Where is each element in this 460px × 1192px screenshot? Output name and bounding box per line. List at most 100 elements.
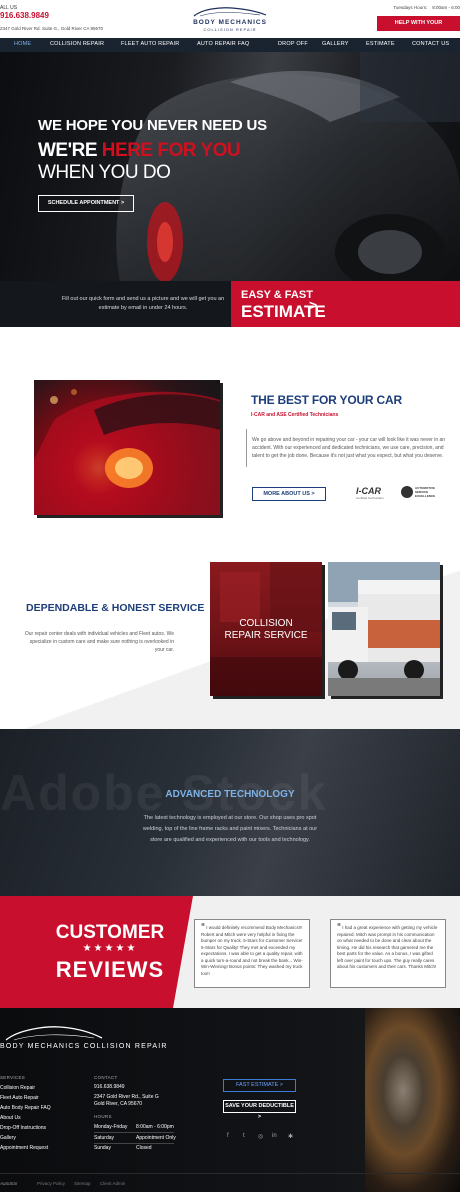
review-card: “ I would definitely recommend Body Mech… [194,919,310,988]
best-subtitle: I-CAR and ASE Certified Technicians [251,412,339,418]
hours-time: Appointment Only [136,1135,176,1141]
best-for-your-car-section: THE BEST FOR YOUR CAR I-CAR and ASE Cert… [0,327,460,544]
nav-estimate[interactable]: ESTIMATE [366,41,395,47]
schedule-appointment-button[interactable]: SCHEDULE APPOINTMENT > [38,195,134,212]
icar-sub: Certified Technicians [356,496,384,500]
collision-card-line-1: COLLISION [239,618,293,629]
advanced-technology-section: Adobe Stock ADVANCED TECHNOLOGY The late… [0,729,460,896]
footer-address-1: 2347 Gold River Rd., Suite G [94,1094,159,1100]
hours-day: Monday-Friday [94,1124,128,1130]
easy-fast-estimate-button[interactable]: EASY & FAST ESTIMATE > [231,281,460,327]
ase-label: AUTOMOTIVE SERVICE EXCELLENCE [415,486,436,498]
estimate-line-1: EASY & FAST [241,289,313,301]
more-about-us-button[interactable]: MORE ABOUT US > [252,487,326,501]
divider [94,1132,174,1133]
help-deductible-button[interactable]: HELP WITH YOUR DEDUCTIBLE [377,16,460,41]
fast-estimate-button[interactable]: FAST ESTIMATE > [223,1079,296,1092]
divider [94,1143,174,1144]
footer-link-drop-off[interactable]: Drop-Off Instructions [0,1125,46,1131]
footer-link-collision-repair[interactable]: Collision Repair [0,1085,35,1091]
site-logo[interactable]: BODY MECHANICS COLLISION REPAIR [186,6,274,34]
hours-time: Closed [136,1145,152,1151]
nav-drop-off[interactable]: DROP OFF [278,41,308,47]
site-footer: BODY MECHANICS COLLISION REPAIR SERVICES… [0,1008,460,1192]
ase-logo: AUTOMOTIVE SERVICE EXCELLENCE [401,484,445,502]
hero-line-2-b: HERE FOR YOU [101,140,241,161]
twitter-icon[interactable]: t [243,1133,245,1139]
hours-time: 8:00am - 6:00pm [136,1124,174,1130]
hero-line-3: WHEN YOU DO [38,162,171,183]
red-car-illustration [34,389,220,515]
footer-headlight-image [365,1008,460,1192]
review-card: “ I had a great experience with getting … [330,919,446,988]
client-admin-link[interactable]: Client Admin [100,1181,125,1186]
privacy-policy-link[interactable]: Privacy Policy [37,1181,65,1186]
instagram-icon[interactable]: ◎ [258,1133,263,1140]
fleet-truck-photo [328,562,440,696]
hours-value: 8:00am - 6:00 [432,5,460,10]
hours-heading: HOURS [94,1114,112,1119]
nav-gallery[interactable]: GALLERY [322,41,349,47]
contact-heading: CONTACT [94,1075,118,1080]
review-text: I would definitely recommend Body Mechan… [201,925,303,976]
moving-truck-illustration [328,562,440,696]
hero-line-1: WE HOPE YOU NEVER NEED US [38,117,267,134]
hours-info: Tuesdays Hours: 8:00am - 6:00 [393,5,460,10]
save-deductible-button[interactable]: SAVE YOUR DEDUCTIBLE > [223,1100,296,1120]
footer-link-auto-body-repair-faq[interactable]: Auto Body Repair FAQ [0,1105,51,1111]
icar-logo: I-CAR Certified Technicians [356,486,384,502]
nav-collision-repair[interactable]: COLLISION REPAIR [50,41,104,47]
hero-line-2-a: WE'RE [38,140,102,161]
footer-link-about-us[interactable]: About Us [0,1115,21,1121]
top-bar: ALL US 916.638.9849 2347 Gold River Rd. … [0,0,460,41]
footer-car-logo-icon [5,1026,103,1041]
estimate-bar-text: Fill out our quick form and send us a pi… [61,296,225,311]
chevron-right-icon: > [309,297,318,313]
review-text: I had a great experience with getting my… [337,925,438,969]
customer-reviews-section: CUSTOMER ★★★★★ REVIEWS “ I would definit… [0,896,460,1008]
dependable-body: Our repair center deals with individual … [24,631,174,653]
red-car-photo [34,380,220,515]
estimate-bar: Fill out our quick form and send us a pi… [0,281,460,327]
main-nav: HOME COLLISION REPAIR FLEET AUTO REPAIR … [0,38,460,52]
yelp-icon[interactable]: ✱ [288,1133,293,1140]
car-silhouette-icon [193,7,267,17]
collision-card-title: COLLISION REPAIR SERVICE [210,618,322,642]
logo-subtitle: COLLISION REPAIR [203,27,257,32]
address-text: 2347 Gold River Rd. Suite G., Gold River… [0,26,104,31]
linkedin-icon[interactable]: in [272,1133,277,1139]
dependable-service-section: DEPENDABLE & HONEST SERVICE Our repair c… [0,544,460,729]
phone-number-link[interactable]: 916.638.9849 [0,11,49,20]
nav-auto-repair-faq[interactable]: AUTO REPAIR FAQ [197,41,249,47]
logo-name: BODY MECHANICS [193,19,267,26]
advanced-title: ADVANCED TECHNOLOGY [165,789,295,800]
hours-day: Sunday [94,1145,111,1151]
best-title: THE BEST FOR YOUR CAR [251,393,402,407]
autostar-logo: AutoStar [0,1181,18,1186]
footer-link-appointment-request[interactable]: Appointment Request [0,1145,48,1151]
collision-repair-service-card[interactable]: COLLISION REPAIR SERVICE [210,562,322,696]
footer-divider [0,1173,460,1174]
hero-line-1-c: NEED US [197,117,267,134]
quote-icon: “ [201,922,205,931]
nav-contact-us[interactable]: CONTACT US [412,41,449,47]
reviews-heading-2: REVIEWS [55,957,165,982]
hero-line-1-a: WE HOPE YOU [38,117,148,134]
footer-link-fleet-auto-repair[interactable]: Fleet Auto Repair [0,1095,39,1101]
footer-link-gallery[interactable]: Gallery [0,1135,16,1141]
hero-banner: WE HOPE YOU NEVER NEED US WE'RE HERE FOR… [0,52,460,281]
sitemap-link[interactable]: Sitemap [74,1181,91,1186]
icar-label: I-CAR [356,486,381,496]
services-heading: SERVICES [0,1075,26,1080]
nav-home[interactable]: HOME [14,41,31,47]
hours-label: Tuesdays Hours: [393,5,428,10]
nav-fleet-auto-repair[interactable]: FLEET AUTO REPAIR [121,41,179,47]
hero-line-2: WE'RE HERE FOR YOU [38,140,241,162]
facebook-icon[interactable]: f [227,1133,229,1139]
ase-seal-icon [401,486,413,498]
hours-day: Saturday [94,1135,115,1141]
hero-line-1-b: NEVER [147,117,198,134]
reviews-heading-1: CUSTOMER [55,922,165,943]
footer-phone[interactable]: 916.638.9849 [94,1084,125,1090]
quote-icon: “ [337,922,341,931]
